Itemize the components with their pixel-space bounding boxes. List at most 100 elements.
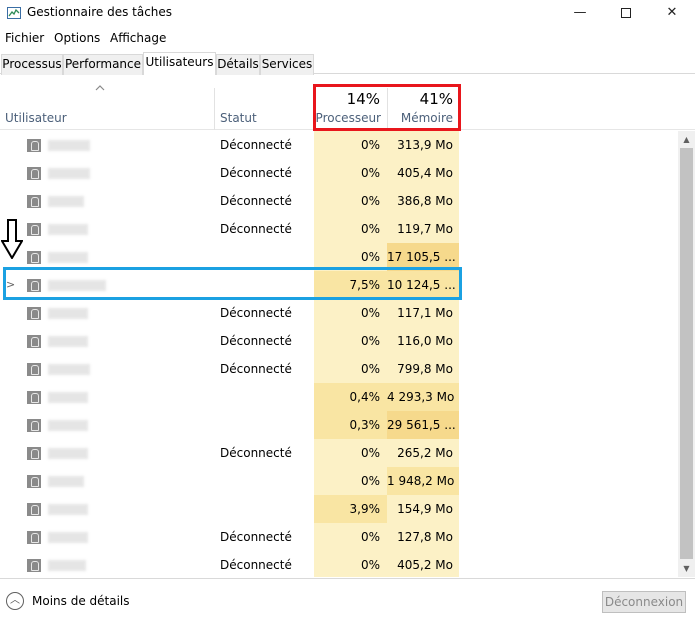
memory-value: 799,8 Mo bbox=[397, 362, 453, 376]
memory-value: 127,8 Mo bbox=[397, 530, 453, 544]
memory-value: 386,8 Mo bbox=[397, 194, 453, 208]
window-title: Gestionnaire des tâches bbox=[27, 5, 173, 19]
column-status[interactable]: Statut bbox=[215, 74, 313, 130]
user-status: Déconnecté bbox=[220, 194, 292, 208]
user-name-redacted bbox=[48, 336, 88, 347]
tab-details[interactable]: Détails bbox=[216, 54, 260, 75]
user-name-redacted bbox=[48, 504, 88, 515]
cpu-value: 0% bbox=[360, 474, 380, 488]
table-row[interactable]: 0,4% 4 293,3 Mo bbox=[0, 383, 678, 411]
memory-value: 29 561,5 ... bbox=[387, 411, 459, 439]
user-icon bbox=[27, 391, 41, 404]
memory-value: 4 293,3 Mo bbox=[387, 383, 459, 411]
user-status: Déconnecté bbox=[220, 530, 292, 544]
tab-processus[interactable]: Processus bbox=[1, 54, 63, 75]
user-icon bbox=[27, 307, 41, 320]
column-user[interactable]: Utilisateur bbox=[0, 74, 214, 130]
user-icon bbox=[27, 531, 41, 544]
scroll-up-icon[interactable]: ▲ bbox=[678, 131, 695, 148]
table-row[interactable]: Déconnecté 0% 265,2 Mo bbox=[0, 439, 678, 467]
memory-value: 117,1 Mo bbox=[397, 306, 453, 320]
user-icon bbox=[27, 447, 41, 460]
memory-value: 1 948,2 Mo bbox=[387, 467, 459, 495]
column-status-label: Statut bbox=[220, 111, 257, 125]
table-row[interactable]: Déconnecté 0% 405,4 Mo bbox=[0, 159, 678, 187]
cpu-value: 0,4% bbox=[314, 383, 387, 411]
arrow-down-icon bbox=[1, 219, 23, 259]
column-user-label: Utilisateur bbox=[5, 111, 67, 125]
tab-utilisateurs[interactable]: Utilisateurs bbox=[143, 52, 216, 75]
tab-performance[interactable]: Performance bbox=[63, 54, 143, 75]
user-icon bbox=[27, 139, 41, 152]
user-name-redacted bbox=[48, 364, 90, 375]
cpu-value: 0% bbox=[360, 362, 380, 376]
disconnect-button[interactable]: Déconnexion bbox=[602, 591, 686, 613]
memory-value: 405,2 Mo bbox=[397, 558, 453, 572]
highlight-blue-box bbox=[3, 267, 462, 300]
table-row[interactable]: 3,9% 154,9 Mo bbox=[0, 495, 678, 523]
cpu-value: 0% bbox=[360, 166, 380, 180]
cpu-value: 0% bbox=[360, 558, 380, 572]
user-icon bbox=[27, 419, 41, 432]
maximize-button[interactable] bbox=[603, 0, 649, 28]
user-status: Déconnecté bbox=[220, 222, 292, 236]
highlight-red-box bbox=[313, 84, 461, 131]
user-name-redacted bbox=[48, 140, 90, 151]
user-name-redacted bbox=[48, 420, 88, 431]
table-row[interactable]: Déconnecté 0% 799,8 Mo bbox=[0, 355, 678, 383]
footer: ︿ Moins de détails Déconnexion bbox=[0, 578, 695, 626]
table-row[interactable]: Déconnecté 0% 127,8 Mo bbox=[0, 523, 678, 551]
collapse-chevron-icon[interactable]: ︿ bbox=[6, 592, 24, 610]
user-status: Déconnecté bbox=[220, 558, 292, 572]
table-row[interactable]: Déconnecté 0% 405,2 Mo bbox=[0, 551, 678, 577]
tab-services[interactable]: Services bbox=[260, 54, 314, 75]
users-table: Déconnecté 0% 313,9 Mo Déconnecté 0% 405,4 Mo… bbox=[0, 131, 678, 577]
user-name-redacted bbox=[48, 448, 88, 459]
user-name-redacted bbox=[48, 168, 90, 179]
menu-options[interactable]: Options bbox=[54, 31, 100, 45]
scroll-thumb[interactable] bbox=[680, 148, 693, 559]
table-row[interactable]: 0,3% 29 561,5 ... bbox=[0, 411, 678, 439]
cpu-value: 0% bbox=[360, 222, 380, 236]
user-icon bbox=[27, 335, 41, 348]
minimize-button[interactable]: — bbox=[557, 0, 603, 28]
memory-value: 313,9 Mo bbox=[397, 138, 453, 152]
table-row[interactable]: Déconnecté 0% 386,8 Mo bbox=[0, 187, 678, 215]
table-row[interactable]: 0% 1 948,2 Mo bbox=[0, 467, 678, 495]
menu-fichier[interactable]: Fichier bbox=[5, 31, 44, 45]
cpu-value: 0% bbox=[360, 306, 380, 320]
cpu-value: 0% bbox=[360, 530, 380, 544]
table-row[interactable]: Déconnecté 0% 313,9 Mo bbox=[0, 131, 678, 159]
table-row[interactable]: Déconnecté 0% 116,0 Mo bbox=[0, 327, 678, 355]
memory-value: 154,9 Mo bbox=[397, 502, 453, 516]
user-status: Déconnecté bbox=[220, 166, 292, 180]
user-name-redacted bbox=[48, 252, 88, 263]
user-name-redacted bbox=[48, 196, 84, 207]
close-button[interactable]: ✕ bbox=[649, 0, 695, 28]
table-row[interactable]: Déconnecté 0% 119,7 Mo bbox=[0, 215, 678, 243]
user-icon bbox=[27, 167, 41, 180]
memory-value: 265,2 Mo bbox=[397, 446, 453, 460]
user-name-redacted bbox=[48, 392, 88, 403]
cpu-value: 0% bbox=[360, 138, 380, 152]
user-status: Déconnecté bbox=[220, 306, 292, 320]
table-row[interactable]: Déconnecté 0% 117,1 Mo bbox=[0, 299, 678, 327]
user-icon bbox=[27, 503, 41, 516]
title-bar: Gestionnaire des tâches — ✕ bbox=[0, 0, 695, 28]
scroll-down-icon[interactable]: ▼ bbox=[678, 560, 695, 577]
user-icon bbox=[27, 251, 41, 264]
user-name-redacted bbox=[48, 224, 88, 235]
tab-strip: Processus Performance Utilisateurs Détai… bbox=[0, 52, 695, 75]
user-name-redacted bbox=[48, 532, 88, 543]
memory-value: 405,4 Mo bbox=[397, 166, 453, 180]
user-status: Déconnecté bbox=[220, 446, 292, 460]
cpu-value: 3,9% bbox=[314, 495, 387, 523]
user-status: Déconnecté bbox=[220, 334, 292, 348]
vertical-scrollbar[interactable]: ▲ ▼ bbox=[678, 131, 695, 577]
fewer-details-link[interactable]: Moins de détails bbox=[32, 594, 130, 608]
menu-affichage[interactable]: Affichage bbox=[110, 31, 166, 45]
cpu-value: 0% bbox=[360, 334, 380, 348]
user-status: Déconnecté bbox=[220, 362, 292, 376]
maximize-icon bbox=[621, 7, 631, 18]
memory-value: 119,7 Mo bbox=[397, 222, 453, 236]
